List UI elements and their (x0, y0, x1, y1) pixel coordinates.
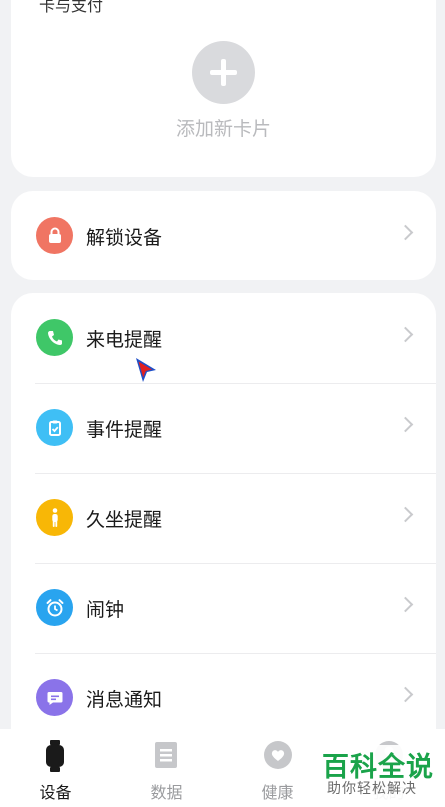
heart-icon (263, 740, 293, 776)
chevron-right-icon (397, 506, 414, 523)
lock-icon (36, 217, 73, 254)
tab-health-label: 健康 (261, 783, 294, 802)
unlock-device-label: 解锁设备 (86, 227, 163, 249)
chevron-right-icon (397, 596, 414, 613)
watermark-subtitle: 助你轻松解决 (327, 781, 417, 797)
clipboard-icon (36, 409, 73, 446)
cards-panel: 卡与支付 添加新卡片 (11, 0, 436, 177)
alarm-label: 闹钟 (86, 599, 125, 621)
person-standing-icon (36, 499, 73, 536)
message-icon (36, 679, 73, 716)
watch-icon (41, 740, 69, 776)
cards-section-title: 卡与支付 (39, 0, 104, 15)
tab-device-label: 设备 (39, 783, 72, 802)
list-item-unlock-device[interactable]: 解锁设备 (11, 191, 436, 280)
phone-icon (36, 319, 73, 356)
message-notification-label: 消息通知 (86, 689, 163, 711)
call-reminder-label: 来电提醒 (86, 329, 163, 351)
unlock-device-card: 解锁设备 (11, 191, 436, 280)
tab-data-label: 数据 (150, 783, 183, 802)
list-item-event-reminder[interactable]: 事件提醒 (11, 383, 436, 473)
chevron-right-icon (397, 326, 414, 343)
tab-data[interactable]: 数据 (111, 729, 222, 807)
chevron-right-icon (397, 416, 414, 433)
event-reminder-label: 事件提醒 (86, 419, 163, 441)
add-card-button[interactable] (192, 41, 255, 104)
reminders-card: 来电提醒 事件提醒 久坐提醒 闹钟 消息通知 (11, 293, 436, 763)
watermark-logo: 百科全说 助你轻松解决 (320, 745, 440, 801)
list-item-sedentary-reminder[interactable]: 久坐提醒 (11, 473, 436, 563)
tab-health[interactable]: 健康 (222, 729, 333, 807)
list-item-alarm[interactable]: 闹钟 (11, 563, 436, 653)
document-icon (152, 740, 180, 776)
sedentary-reminder-label: 久坐提醒 (86, 509, 163, 531)
list-item-call-reminder[interactable]: 来电提醒 (11, 293, 436, 383)
tab-device[interactable]: 设备 (0, 729, 111, 807)
chevron-right-icon (397, 686, 414, 703)
add-card-label[interactable]: 添加新卡片 (11, 114, 436, 141)
chevron-right-icon (397, 224, 414, 241)
alarm-clock-icon (36, 589, 73, 626)
mouse-cursor-icon (134, 356, 160, 390)
